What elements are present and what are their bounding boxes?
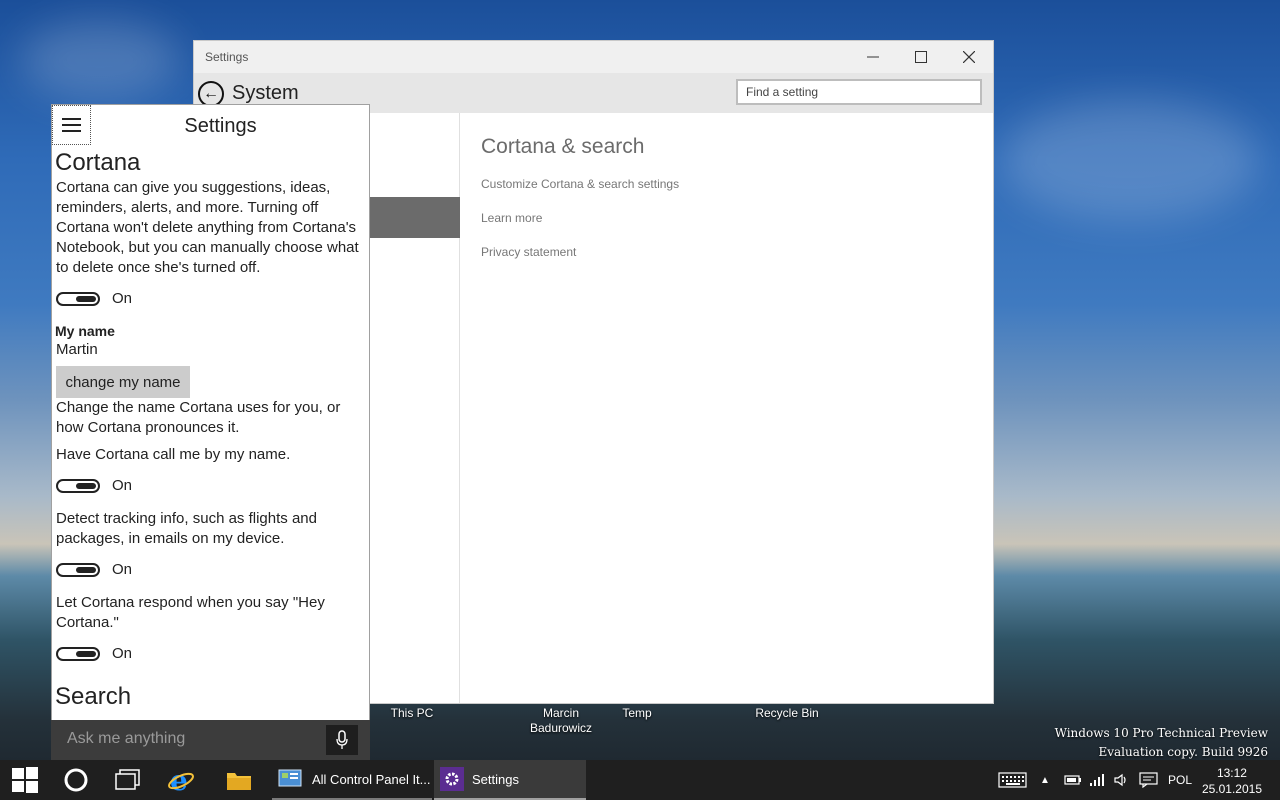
message-icon	[1139, 772, 1158, 788]
desktop-icon-this-pc[interactable]: This PC	[382, 706, 442, 721]
change-name-description: Change the name Cortana uses for you, or…	[56, 399, 341, 436]
taskbar: e All Control Panel It... Settings ▲ POL…	[0, 760, 1280, 800]
clock[interactable]: 13:12 25.01.2015	[1202, 765, 1262, 797]
minimize-button[interactable]	[849, 41, 897, 73]
folder-icon	[227, 773, 251, 790]
language-indicator[interactable]: POL	[1168, 760, 1192, 800]
watermark-line2: Evaluation copy. Build 9926	[1098, 745, 1268, 759]
call-by-name-toggle-row: On	[56, 477, 132, 494]
file-explorer-button[interactable]	[212, 760, 266, 800]
minimize-icon	[867, 56, 879, 58]
wallpaper-cloud	[1000, 100, 1260, 220]
hey-cortana-toggle-row: On	[56, 645, 132, 662]
microphone-button[interactable]	[326, 725, 358, 755]
clock-date: 25.01.2015	[1201, 782, 1262, 796]
network-indicator[interactable]	[1089, 760, 1105, 800]
taskbar-app-control-panel[interactable]: All Control Panel It...	[272, 760, 432, 800]
tracking-info-label: Detect tracking info, such as flights an…	[56, 510, 317, 547]
watermark-line1: Windows 10 Pro Technical Preview	[1054, 726, 1268, 740]
change-my-name-button[interactable]: change my name	[56, 366, 190, 398]
taskbar-app-label: Settings	[472, 771, 519, 787]
task-view-button[interactable]	[102, 760, 154, 800]
touch-keyboard-button[interactable]	[998, 760, 1028, 800]
chevron-up-icon: ▲	[1040, 774, 1050, 786]
page-title: System	[232, 82, 299, 104]
learn-more-link[interactable]: Learn more	[481, 211, 679, 225]
maximize-button[interactable]	[897, 41, 945, 73]
call-by-name-toggle[interactable]	[56, 478, 100, 493]
tracking-toggle-row: On	[56, 561, 132, 578]
internet-explorer-icon: e	[168, 766, 194, 794]
control-panel-icon	[278, 769, 302, 787]
taskbar-app-settings[interactable]: Settings	[434, 760, 586, 800]
toggle-state-label: On	[112, 561, 133, 578]
speaker-icon	[1114, 773, 1126, 787]
internet-explorer-button[interactable]: e	[154, 760, 208, 800]
volume-button[interactable]	[1113, 760, 1129, 800]
section-cortana-heading: Cortana	[55, 149, 141, 176]
find-setting-input[interactable]: Find a setting	[736, 79, 982, 105]
cortana-description: Cortana can give you suggestions, ideas,…	[56, 179, 359, 276]
my-name-value: Martin	[56, 341, 98, 358]
section-search-heading: Search	[55, 683, 132, 710]
cortana-toggle[interactable]	[56, 291, 100, 306]
cortana-circle-icon	[64, 768, 88, 792]
clock-time: 13:12	[1216, 766, 1247, 780]
privacy-statement-link[interactable]: Privacy statement	[481, 245, 679, 259]
content-pane: Cortana & search Customize Cortana & sea…	[481, 113, 679, 259]
toggle-state-label: On	[112, 645, 133, 662]
cortana-search-button[interactable]	[50, 760, 102, 800]
task-view-icon	[115, 769, 140, 790]
start-button[interactable]	[0, 760, 50, 800]
maximize-icon	[915, 51, 927, 63]
settings-gear-icon	[440, 767, 464, 791]
desktop-icon-recycle-bin[interactable]: Recycle Bin	[747, 706, 827, 721]
cortana-panel: Settings Cortana Cortana can give you su…	[51, 104, 370, 760]
my-name-label: My name	[55, 323, 115, 339]
microphone-icon	[336, 730, 348, 749]
battery-icon	[1064, 775, 1081, 785]
language-label: POL	[1168, 773, 1193, 787]
windows-logo-icon	[12, 767, 38, 793]
toggle-state-label: On	[112, 290, 133, 307]
tracking-toggle[interactable]	[56, 562, 100, 577]
window-title: Settings	[205, 50, 249, 64]
cortana-toggle-row: On	[56, 290, 132, 307]
ask-me-anything-input[interactable]: Ask me anything	[61, 724, 326, 756]
cortana-settings-title: Settings	[184, 115, 257, 137]
action-center-button[interactable]	[1139, 760, 1159, 800]
toggle-state-label: On	[112, 477, 133, 494]
keyboard-icon	[998, 772, 1027, 788]
nav-item-selected[interactable]	[370, 197, 460, 238]
back-arrow-icon: ←	[203, 85, 219, 102]
content-title: Cortana & search	[481, 135, 645, 158]
close-icon	[963, 51, 975, 63]
signal-bars-icon	[1090, 774, 1104, 786]
customize-cortana-link[interactable]: Customize Cortana & search settings	[481, 177, 679, 191]
close-button[interactable]	[945, 41, 993, 73]
cortana-search-bar: Ask me anything	[51, 720, 370, 760]
taskbar-app-label: All Control Panel It...	[312, 771, 431, 787]
hey-cortana-label: Let Cortana respond when you say "Hey Co…	[56, 594, 325, 631]
call-by-name-label: Have Cortana call me by my name.	[56, 446, 291, 463]
desktop-icon-user-folder[interactable]: Marcin Badurowicz	[521, 706, 601, 736]
desktop-icon-temp[interactable]: Temp	[612, 706, 662, 721]
title-bar[interactable]: Settings	[194, 41, 993, 73]
show-hidden-icons-button[interactable]: ▲	[1040, 760, 1050, 800]
hey-cortana-toggle[interactable]	[56, 646, 100, 661]
battery-indicator[interactable]	[1064, 760, 1082, 800]
wallpaper-cloud	[20, 20, 180, 100]
